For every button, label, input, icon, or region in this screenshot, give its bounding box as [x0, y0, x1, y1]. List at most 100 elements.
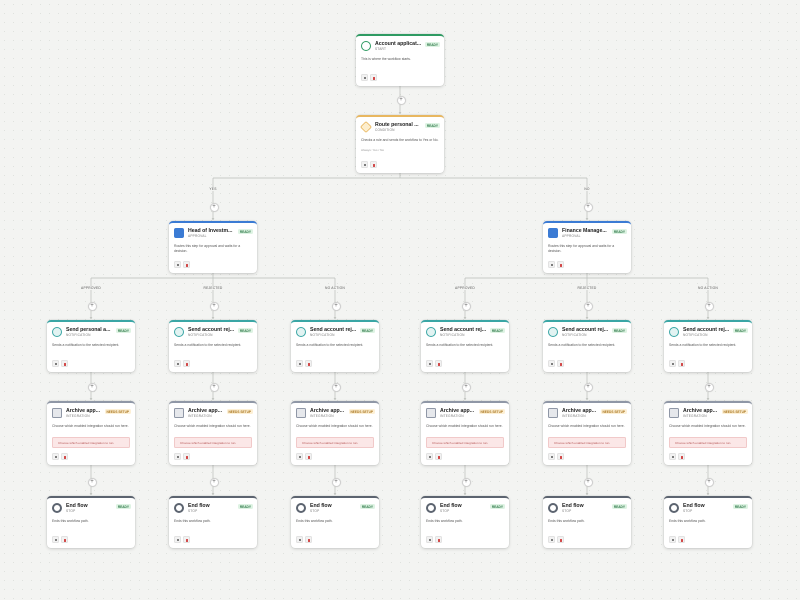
delete-icon[interactable]: [370, 74, 377, 81]
stop-node[interactable]: End flow STOP READY Ends this workflow path…: [291, 496, 379, 548]
add-step-button[interactable]: +: [209, 382, 219, 392]
settings-icon[interactable]: [296, 536, 303, 543]
delete-icon[interactable]: [435, 453, 442, 460]
delete-icon[interactable]: [678, 360, 685, 367]
add-step-button[interactable]: +: [704, 477, 714, 487]
start-node[interactable]: Account applicat... START READY This is whe…: [356, 34, 444, 86]
decision-label: REJECTED: [576, 286, 598, 290]
delete-icon[interactable]: [183, 453, 190, 460]
settings-icon[interactable]: [174, 261, 181, 268]
approval-node[interactable]: Finance Manage... APPROVAL READY Routes thi…: [543, 221, 631, 273]
node-type: APPROVAL: [562, 234, 581, 238]
add-step-button[interactable]: +: [209, 301, 219, 311]
settings-icon[interactable]: [669, 453, 676, 460]
settings-icon[interactable]: [548, 261, 555, 268]
stop-icon: [52, 503, 62, 513]
delete-icon[interactable]: [305, 536, 312, 543]
delete-icon[interactable]: [435, 360, 442, 367]
settings-icon[interactable]: [52, 360, 59, 367]
approval-node[interactable]: Head of Investm... APPROVAL READY Routes th…: [169, 221, 257, 273]
notification-node[interactable]: Send account rej... NOTIFICATION READY Send…: [169, 320, 257, 372]
settings-icon[interactable]: [52, 536, 59, 543]
delete-icon[interactable]: [557, 453, 564, 460]
integration-node[interactable]: Archive app... INTEGRATION NEEDS SETUP Choo…: [664, 401, 752, 465]
settings-icon[interactable]: [296, 360, 303, 367]
status-badge: READY: [115, 328, 131, 333]
add-step-button[interactable]: +: [209, 202, 219, 212]
settings-icon[interactable]: [296, 453, 303, 460]
add-step-button[interactable]: +: [461, 382, 471, 392]
add-step-button[interactable]: +: [331, 301, 341, 311]
node-type: INTEGRATION: [188, 414, 212, 418]
integration-node[interactable]: Archive app... INTEGRATION NEEDS SETUP Choo…: [291, 401, 379, 465]
connector-arrow: [89, 317, 93, 319]
node-header: Send account rej... NOTIFICATION READY: [426, 327, 505, 339]
stop-node[interactable]: End flow STOP READY Ends this workflow path…: [421, 496, 509, 548]
notification-node[interactable]: Send account rej... NOTIFICATION READY Send…: [291, 320, 379, 372]
notification-node[interactable]: Send account rej... NOTIFICATION READY Send…: [664, 320, 752, 372]
condition-node[interactable]: Route personal ... CONDITION READY Checks a…: [356, 115, 444, 173]
delete-icon[interactable]: [183, 261, 190, 268]
settings-icon[interactable]: [669, 536, 676, 543]
add-step-button[interactable]: +: [87, 301, 97, 311]
settings-icon[interactable]: [426, 536, 433, 543]
delete-icon[interactable]: [61, 360, 68, 367]
stop-node[interactable]: End flow STOP READY Ends this workflow path…: [47, 496, 135, 548]
add-step-button[interactable]: +: [704, 382, 714, 392]
settings-icon[interactable]: [426, 360, 433, 367]
delete-icon[interactable]: [557, 360, 564, 367]
delete-icon[interactable]: [557, 261, 564, 268]
delete-icon[interactable]: [183, 536, 190, 543]
add-step-button[interactable]: +: [331, 382, 341, 392]
decision-label: NO ACTION: [697, 286, 719, 290]
settings-icon[interactable]: [174, 360, 181, 367]
settings-icon[interactable]: [548, 536, 555, 543]
settings-icon[interactable]: [361, 161, 368, 168]
notification-icon: [174, 327, 184, 337]
delete-icon[interactable]: [435, 536, 442, 543]
add-step-button[interactable]: +: [87, 477, 97, 487]
stop-node[interactable]: End flow STOP READY Ends this workflow path…: [543, 496, 631, 548]
settings-icon[interactable]: [669, 360, 676, 367]
node-header: Archive app... INTEGRATION NEEDS SETUP: [174, 408, 253, 420]
integration-node[interactable]: Archive app... INTEGRATION NEEDS SETUP Choo…: [421, 401, 509, 465]
node-description: Sends a notification to the selected rec…: [548, 343, 616, 347]
settings-icon[interactable]: [548, 360, 555, 367]
delete-icon[interactable]: [305, 453, 312, 460]
stop-node[interactable]: End flow STOP READY Ends this workflow path…: [664, 496, 752, 548]
notification-node[interactable]: Send account rej... NOTIFICATION READY Send…: [421, 320, 509, 372]
add-step-button[interactable]: +: [209, 477, 219, 487]
add-step-button[interactable]: +: [331, 477, 341, 487]
add-step-button[interactable]: +: [583, 477, 593, 487]
settings-icon[interactable]: [174, 453, 181, 460]
add-step-button[interactable]: +: [396, 95, 406, 105]
delete-icon[interactable]: [305, 360, 312, 367]
settings-icon[interactable]: [52, 453, 59, 460]
settings-icon[interactable]: [361, 74, 368, 81]
add-step-button[interactable]: +: [87, 382, 97, 392]
add-step-button[interactable]: +: [461, 477, 471, 487]
delete-icon[interactable]: [183, 360, 190, 367]
stop-node[interactable]: End flow STOP READY Ends this workflow path…: [169, 496, 257, 548]
add-step-button[interactable]: +: [704, 301, 714, 311]
add-step-button[interactable]: +: [583, 382, 593, 392]
notification-node[interactable]: Send personal a... NOTIFICATION READY Sends…: [47, 320, 135, 372]
integration-node[interactable]: Archive app... INTEGRATION NEEDS SETUP Choo…: [47, 401, 135, 465]
settings-icon[interactable]: [548, 453, 555, 460]
delete-icon[interactable]: [557, 536, 564, 543]
notification-node[interactable]: Send account rej... NOTIFICATION READY Send…: [543, 320, 631, 372]
add-step-button[interactable]: +: [461, 301, 471, 311]
delete-icon[interactable]: [678, 453, 685, 460]
settings-icon[interactable]: [426, 453, 433, 460]
settings-icon[interactable]: [174, 536, 181, 543]
delete-icon[interactable]: [678, 536, 685, 543]
node-header: Archive app... INTEGRATION NEEDS SETUP: [669, 408, 748, 420]
integration-node[interactable]: Archive app... INTEGRATION NEEDS SETUP Choo…: [543, 401, 631, 465]
delete-icon[interactable]: [370, 161, 377, 168]
add-step-button[interactable]: +: [583, 301, 593, 311]
delete-icon[interactable]: [61, 536, 68, 543]
integration-node[interactable]: Archive app... INTEGRATION NEEDS SETUP Choo…: [169, 401, 257, 465]
delete-icon[interactable]: [61, 453, 68, 460]
approval-icon: [174, 228, 184, 238]
add-step-button[interactable]: +: [583, 202, 593, 212]
